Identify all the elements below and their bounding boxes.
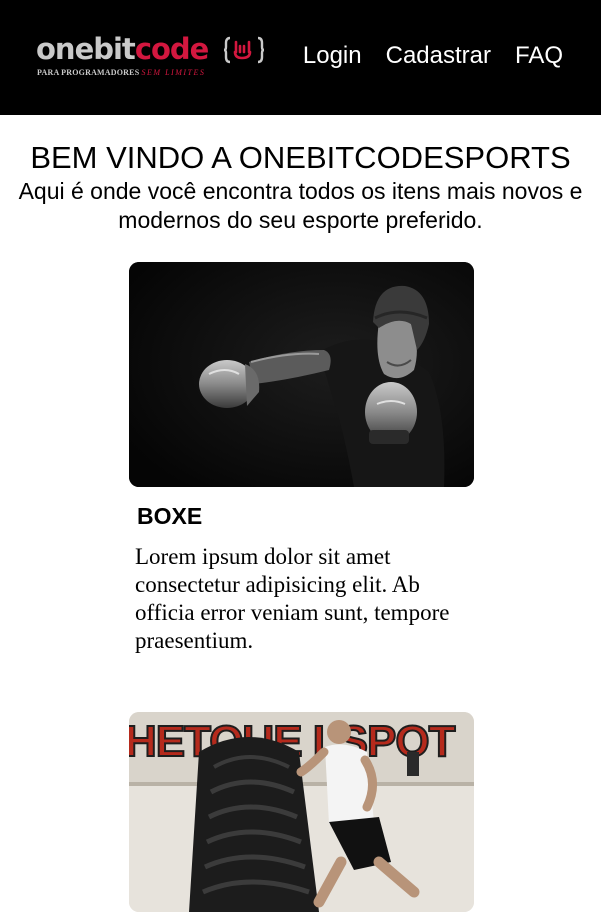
onebitcode-logo[interactable]: onebitcode PARA PROGRAMADORES SEM LIMITE… (36, 30, 276, 80)
logo-code-text: code (134, 32, 210, 66)
sport-card-boxe[interactable]: BOXE Lorem ipsum dolor sit amet consecte… (129, 262, 474, 655)
rock-hand-icon (224, 36, 264, 64)
logo-tagline: PARA PROGRAMADORES SEM LIMITES (37, 68, 205, 77)
tire-flip-photo: HETOUE LSPOT (129, 712, 474, 912)
card-title: BOXE (137, 503, 203, 529)
site-header: onebitcode PARA PROGRAMADORES SEM LIMITE… (0, 0, 601, 115)
logo-tagline-b: SEM LIMITES (141, 68, 206, 77)
logo-wordmark: onebitcode (36, 30, 210, 68)
boxing-photo (129, 262, 474, 487)
page-title: BEM VINDO A ONEBITCODESPORTS (30, 140, 571, 175)
main-nav: Login Cadastrar FAQ (303, 42, 563, 70)
logo-one-text: onebit (36, 32, 136, 66)
nav-cadastrar-link[interactable]: Cadastrar (386, 42, 491, 70)
logo-tagline-a: PARA PROGRAMADORES (37, 68, 140, 77)
card-description: Lorem ipsum dolor sit amet consectetur a… (135, 544, 450, 653)
nav-login-link[interactable]: Login (303, 42, 362, 70)
page-subtitle: Aqui é onde você encontra todos os itens… (18, 178, 583, 233)
sport-card-crossfit[interactable]: HETOUE LSPOT (129, 712, 474, 912)
nav-faq-link[interactable]: FAQ (515, 42, 563, 70)
